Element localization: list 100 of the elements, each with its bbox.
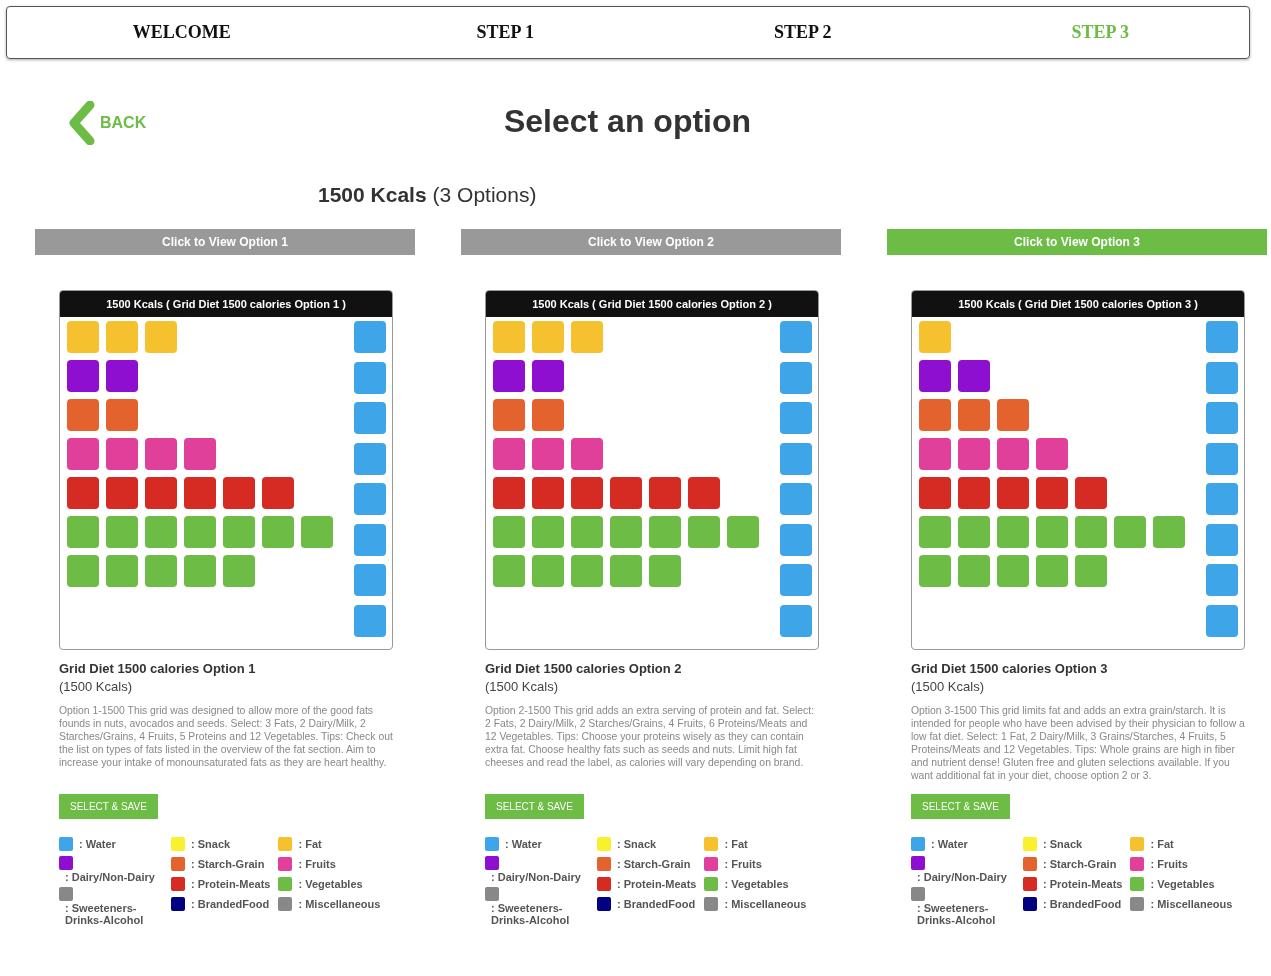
food-square[interactable]	[997, 438, 1029, 470]
food-square[interactable]	[1075, 555, 1107, 587]
water-square[interactable]	[1206, 402, 1238, 434]
food-square[interactable]	[262, 516, 294, 548]
food-square[interactable]	[571, 516, 603, 548]
food-square[interactable]	[106, 555, 138, 587]
water-square[interactable]	[780, 402, 812, 434]
food-square[interactable]	[958, 360, 990, 392]
water-square[interactable]	[354, 442, 386, 475]
food-square[interactable]	[997, 516, 1029, 548]
food-square[interactable]	[532, 516, 564, 548]
step-tab[interactable]: STEP 3	[951, 22, 1249, 43]
view-option-button[interactable]: Click to View Option 3	[887, 229, 1267, 255]
food-square[interactable]	[958, 516, 990, 548]
food-square[interactable]	[997, 555, 1029, 587]
water-square[interactable]	[780, 604, 812, 637]
food-square[interactable]	[688, 477, 720, 509]
food-square[interactable]	[571, 477, 603, 509]
food-square[interactable]	[610, 516, 642, 548]
water-square[interactable]	[1206, 564, 1238, 596]
food-square[interactable]	[301, 516, 333, 548]
water-square[interactable]	[354, 564, 386, 596]
food-square[interactable]	[493, 438, 525, 470]
food-square[interactable]	[67, 516, 99, 548]
food-square[interactable]	[493, 555, 525, 587]
food-square[interactable]	[67, 399, 99, 431]
food-square[interactable]	[493, 516, 525, 548]
food-square[interactable]	[610, 477, 642, 509]
food-square[interactable]	[493, 321, 525, 353]
food-square[interactable]	[688, 516, 720, 548]
select-save-button[interactable]: SELECT & SAVE	[59, 794, 158, 819]
food-square[interactable]	[571, 555, 603, 587]
food-square[interactable]	[532, 360, 564, 392]
food-square[interactable]	[1036, 516, 1068, 548]
food-square[interactable]	[532, 555, 564, 587]
water-square[interactable]	[1206, 321, 1238, 353]
food-square[interactable]	[649, 516, 681, 548]
food-square[interactable]	[1075, 516, 1107, 548]
water-square[interactable]	[1206, 523, 1238, 556]
food-square[interactable]	[184, 516, 216, 548]
water-square[interactable]	[780, 523, 812, 556]
select-save-button[interactable]: SELECT & SAVE	[485, 794, 584, 819]
food-square[interactable]	[919, 516, 951, 548]
water-square[interactable]	[354, 321, 386, 353]
food-square[interactable]	[958, 399, 990, 431]
food-square[interactable]	[106, 516, 138, 548]
food-square[interactable]	[67, 555, 99, 587]
food-square[interactable]	[106, 399, 138, 431]
food-square[interactable]	[145, 321, 177, 353]
food-square[interactable]	[145, 555, 177, 587]
water-square[interactable]	[1206, 361, 1238, 394]
food-square[interactable]	[145, 438, 177, 470]
water-square[interactable]	[780, 361, 812, 394]
food-square[interactable]	[106, 321, 138, 353]
food-square[interactable]	[493, 477, 525, 509]
water-square[interactable]	[780, 564, 812, 596]
food-square[interactable]	[1114, 516, 1146, 548]
food-square[interactable]	[1036, 555, 1068, 587]
food-square[interactable]	[532, 477, 564, 509]
food-square[interactable]	[919, 399, 951, 431]
food-square[interactable]	[997, 399, 1029, 431]
food-square[interactable]	[223, 555, 255, 587]
food-square[interactable]	[184, 438, 216, 470]
food-square[interactable]	[649, 555, 681, 587]
food-square[interactable]	[958, 438, 990, 470]
food-square[interactable]	[67, 360, 99, 392]
view-option-button[interactable]: Click to View Option 1	[35, 229, 415, 255]
food-square[interactable]	[67, 438, 99, 470]
food-square[interactable]	[919, 477, 951, 509]
food-square[interactable]	[919, 555, 951, 587]
food-square[interactable]	[571, 438, 603, 470]
food-square[interactable]	[571, 321, 603, 353]
food-square[interactable]	[919, 438, 951, 470]
food-square[interactable]	[184, 555, 216, 587]
food-square[interactable]	[1036, 438, 1068, 470]
food-square[interactable]	[106, 438, 138, 470]
food-square[interactable]	[67, 321, 99, 353]
food-square[interactable]	[532, 321, 564, 353]
view-option-button[interactable]: Click to View Option 2	[461, 229, 841, 255]
water-square[interactable]	[1206, 604, 1238, 637]
food-square[interactable]	[919, 321, 951, 353]
food-square[interactable]	[145, 477, 177, 509]
food-square[interactable]	[532, 399, 564, 431]
water-square[interactable]	[354, 483, 386, 515]
food-square[interactable]	[1075, 477, 1107, 509]
food-square[interactable]	[610, 555, 642, 587]
food-square[interactable]	[1036, 477, 1068, 509]
food-square[interactable]	[184, 477, 216, 509]
water-square[interactable]	[1206, 483, 1238, 515]
food-square[interactable]	[493, 360, 525, 392]
water-square[interactable]	[780, 442, 812, 475]
food-square[interactable]	[997, 477, 1029, 509]
water-square[interactable]	[354, 523, 386, 556]
food-square[interactable]	[223, 516, 255, 548]
food-square[interactable]	[958, 555, 990, 587]
water-square[interactable]	[354, 604, 386, 637]
food-square[interactable]	[1153, 516, 1185, 548]
water-square[interactable]	[1206, 442, 1238, 475]
food-square[interactable]	[919, 360, 951, 392]
step-tab[interactable]: STEP 2	[654, 22, 952, 43]
